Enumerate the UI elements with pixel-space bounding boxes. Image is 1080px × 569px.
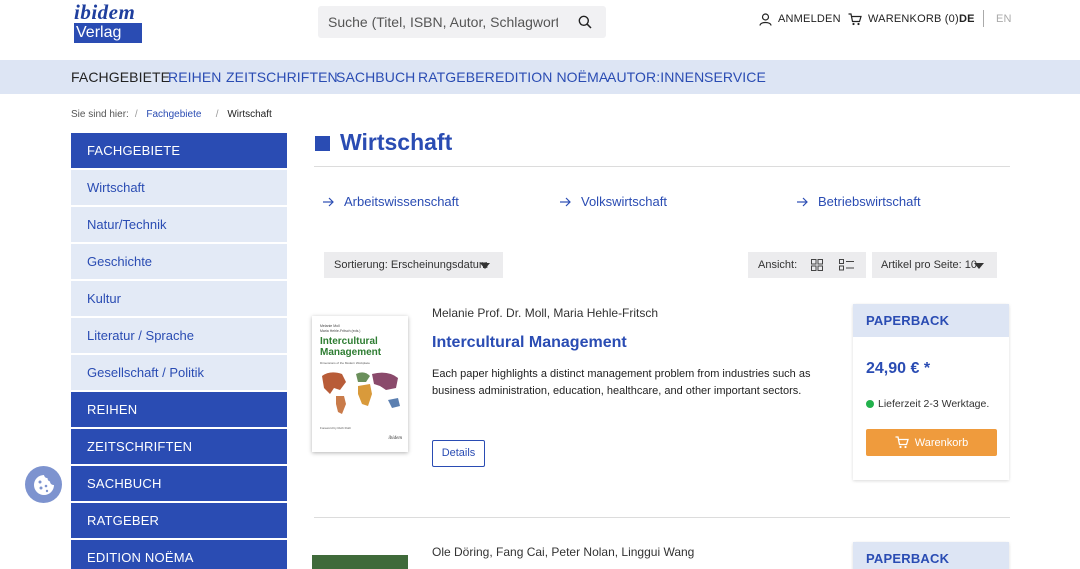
user-icon [759, 12, 772, 26]
book-cover-image[interactable]: Melanie Moll Maria Hehle-Fritsch (eds.) … [312, 316, 408, 452]
logo-text-ibidem: ibidem [74, 0, 136, 24]
product-divider [314, 517, 1010, 518]
sidebar-item-fachgebiete[interactable]: FACHGEBIETE [71, 133, 287, 168]
chevron-down-icon [480, 263, 490, 269]
lang-de[interactable]: DE [959, 12, 975, 26]
subcategory-arbeitswissenschaft[interactable]: Arbeitswissenschaft [323, 194, 459, 209]
cookie-settings-button[interactable] [25, 466, 62, 503]
sidebar-item-ratgeber[interactable]: RATGEBER [71, 503, 287, 538]
breadcrumb: Sie sind hier: / Fachgebiete / Wirtschaft [71, 109, 272, 120]
nav-sachbuch[interactable]: SACHBUCH [336, 69, 415, 85]
add-to-cart-label: Warenkorb [914, 436, 969, 449]
format-label: PAPERBACK [853, 542, 1009, 569]
login-label: ANMELDEN [778, 13, 841, 25]
sidebar-item-wirtschaft[interactable]: Wirtschaft [71, 170, 287, 205]
sidebar-item-reihen[interactable]: REIHEN [71, 392, 287, 427]
sidebar-item-gesellschaft-politik[interactable]: Gesellschaft / Politik [71, 355, 287, 390]
page-title: Wirtschaft [340, 129, 453, 155]
nav-edition-noema[interactable]: EDITION NOËMA [495, 69, 608, 85]
arrow-right-icon [560, 197, 571, 206]
in-stock-dot-icon [866, 400, 874, 408]
details-button[interactable]: Details [432, 440, 485, 467]
cart-label: WARENKORB (0) [868, 13, 959, 25]
search-input[interactable] [318, 6, 558, 38]
grid-view-icon[interactable] [811, 259, 823, 271]
world-map-illustration [322, 372, 400, 414]
subcategory-label: Arbeitswissenschaft [344, 194, 459, 209]
search-icon[interactable] [578, 15, 592, 29]
sort-label: Sortierung: Erscheinungsdatum [334, 259, 489, 271]
product-authors: Ole Döring, Fang Cai, Peter Nolan, Lingg… [432, 545, 695, 559]
subcategory-label: Betriebswirtschaft [818, 194, 921, 209]
per-page-dropdown[interactable]: Artikel pro Seite: 10 [872, 252, 997, 278]
sidebar-item-kultur[interactable]: Kultur [71, 281, 287, 316]
cover-publisher: ibidem [388, 436, 402, 441]
book-cover-image[interactable] [312, 555, 408, 569]
cover-title: Intercultural Management [320, 336, 382, 358]
main-nav: FACHGEBIETE REIHEN ZEITSCHRIFTEN SACHBUC… [0, 60, 1080, 94]
arrow-right-icon [797, 197, 808, 206]
sidebar-item-sachbuch[interactable]: SACHBUCH [71, 466, 287, 501]
product-authors: Melanie Prof. Dr. Moll, Maria Hehle-Frit… [432, 306, 659, 320]
format-label: PAPERBACK [853, 304, 1009, 337]
category-sidebar: FACHGEBIETE Wirtschaft Natur/Technik Ges… [71, 133, 287, 569]
arrow-right-icon [323, 197, 334, 206]
nav-zeitschriften[interactable]: ZEITSCHRIFTEN [226, 69, 338, 85]
cart-link[interactable]: WARENKORB (0) [848, 12, 959, 26]
price-card: PAPERBACK [853, 542, 1009, 569]
nav-service[interactable]: SERVICE [704, 69, 766, 85]
search-box [318, 6, 606, 38]
product-price: 24,90 € * [866, 360, 931, 377]
per-page-label: Artikel pro Seite: 10 [881, 259, 977, 271]
subcategory-volkswirtschaft[interactable]: Volkswirtschaft [560, 194, 667, 209]
title-divider [314, 166, 1010, 167]
delivery-status: Lieferzeit 2-3 Werktage. [866, 398, 989, 410]
product-title[interactable]: Intercultural Management [432, 334, 627, 352]
title-square-icon [315, 136, 330, 151]
nav-reihen[interactable]: REIHEN [168, 69, 222, 85]
chevron-down-icon [974, 263, 984, 269]
cart-icon [895, 436, 909, 449]
breadcrumb-prefix: Sie sind hier: [71, 109, 129, 120]
sidebar-item-geschichte[interactable]: Geschichte [71, 244, 287, 279]
price-card: PAPERBACK 24,90 € * Lieferzeit 2-3 Werkt… [853, 304, 1009, 480]
lang-en[interactable]: EN [996, 12, 1012, 26]
breadcrumb-current: Wirtschaft [227, 109, 272, 120]
nav-ratgeber[interactable]: RATGEBER [418, 69, 495, 85]
sort-dropdown[interactable]: Sortierung: Erscheinungsdatum [324, 252, 503, 278]
delivery-text: Lieferzeit 2-3 Werktage. [878, 398, 990, 410]
logo-text-verlag: Verlag [74, 23, 142, 43]
publisher-logo[interactable]: ibidem Verlag [74, 2, 144, 43]
sidebar-item-natur-technik[interactable]: Natur/Technik [71, 207, 287, 242]
sidebar-item-edition-noema[interactable]: EDITION NOËMA [71, 540, 287, 569]
cover-authors: Melanie Moll Maria Hehle-Fritsch (eds.) [320, 324, 361, 333]
nav-fachgebiete[interactable]: FACHGEBIETE [71, 69, 170, 85]
lang-divider [983, 10, 984, 27]
nav-autorinnen[interactable]: AUTOR:INNEN [607, 69, 704, 85]
cover-foreword: Foreword by Ruth Roth [320, 426, 352, 430]
list-view-icon[interactable] [839, 259, 854, 271]
product-description: Each paper highlights a distinct managem… [432, 368, 811, 397]
cart-icon [848, 12, 862, 25]
add-to-cart-button[interactable]: Warenkorb [866, 429, 997, 456]
cookie-icon [33, 474, 54, 495]
breadcrumb-link-fachgebiete[interactable]: Fachgebiete [146, 109, 201, 120]
sidebar-item-literatur-sprache[interactable]: Literatur / Sprache [71, 318, 287, 353]
subcategory-label: Volkswirtschaft [581, 194, 667, 209]
login-link[interactable]: ANMELDEN [759, 12, 841, 26]
sidebar-item-zeitschriften[interactable]: ZEITSCHRIFTEN [71, 429, 287, 464]
view-label: Ansicht: [758, 259, 798, 271]
subcategory-betriebswirtschaft[interactable]: Betriebswirtschaft [797, 194, 921, 209]
view-switcher: Ansicht: [748, 252, 866, 278]
cover-subtitle: Dimensions of the Modern Workplace [320, 361, 370, 365]
